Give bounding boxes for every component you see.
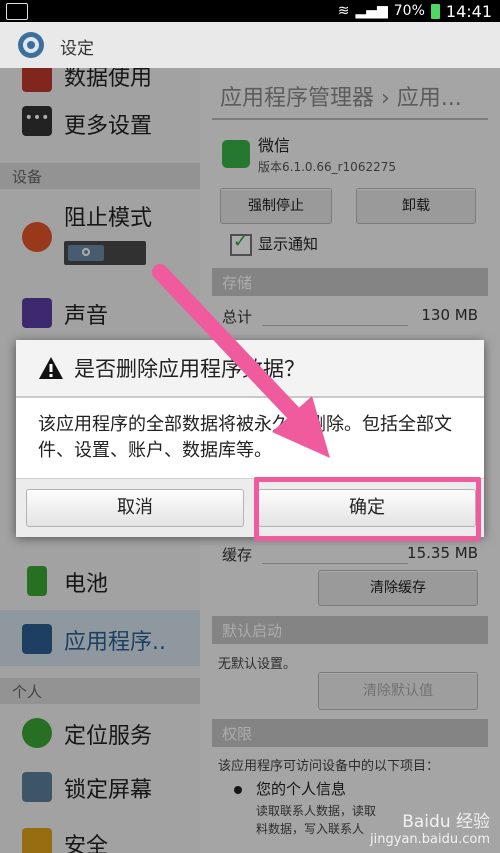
wifi-icon: ≋ [337, 3, 350, 19]
gallery-notification-icon [6, 3, 28, 20]
battery-percent: 70% [393, 3, 425, 19]
dialog-title: 是否删除应用程序数据？ [74, 357, 305, 381]
page-title: 设定 [60, 39, 94, 59]
settings-gear-icon[interactable] [16, 30, 46, 60]
clock: 14:41 [445, 1, 492, 21]
battery-icon [430, 3, 440, 19]
watermark-brand: Baidu 经验 [402, 812, 490, 832]
warning-icon [39, 357, 63, 379]
status-bar: ≋ ▂▄▆ 70% 14:41 [0, 0, 500, 22]
signal-icon: ▂▄▆ [355, 3, 388, 19]
watermark-url: jingyan.baidu.com [370, 832, 490, 847]
cancel-button[interactable]: 取消 [26, 489, 244, 527]
dialog-header: 是否删除应用程序数据？ [16, 340, 484, 398]
dialog-message: 该应用程序的全部数据将被永久性删除。包括全部文件、设置、账户、数据库等。 [38, 414, 452, 461]
action-bar: 设定 [0, 22, 500, 69]
confirm-highlight-box [254, 477, 481, 541]
baidu-watermark: Baidu 经验 jingyan.baidu.com [370, 807, 490, 847]
